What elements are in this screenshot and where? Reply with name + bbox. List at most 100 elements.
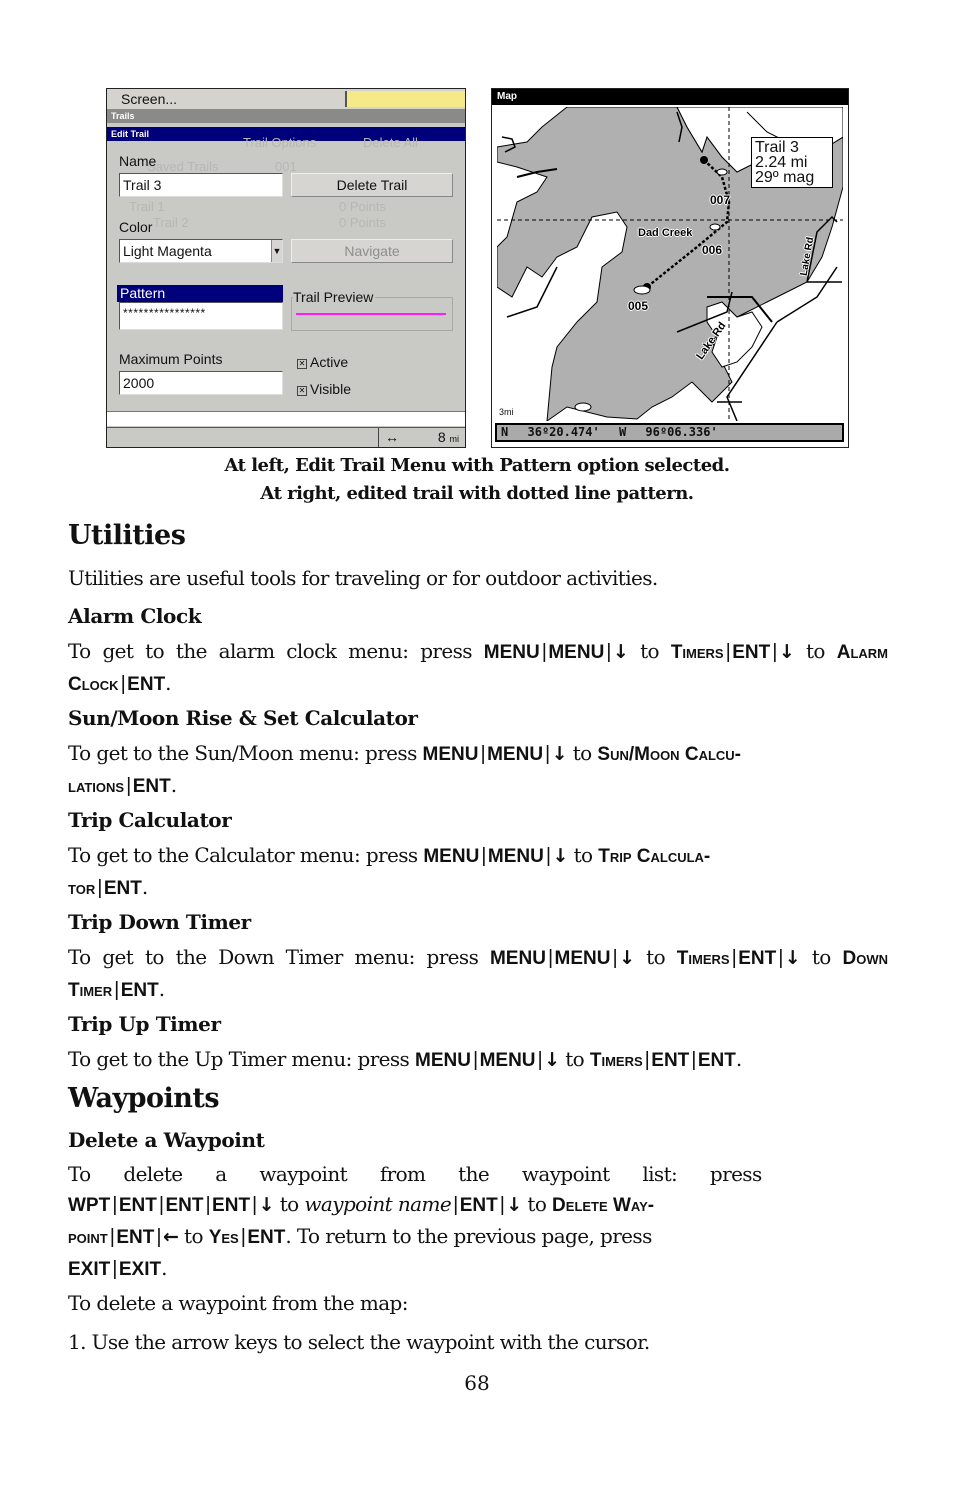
key-ent: ENT xyxy=(247,1227,286,1248)
waypoint-label-006[interactable]: 006 xyxy=(702,243,722,257)
active-checkbox[interactable]: ✕ Active xyxy=(297,354,348,370)
down-arrow-icon: ↓ xyxy=(619,947,635,969)
map-screenshot: Map 007 Dad Creek 006 005 Lake Rd Lake R… xyxy=(491,88,849,448)
key-menu: MENU xyxy=(548,642,605,663)
instruction-text: To get to the Sun/Moon menu: press xyxy=(68,741,417,765)
trip-calculator-heading: Trip Calculator xyxy=(68,808,232,832)
menu-item-timers: Timers xyxy=(589,1050,643,1071)
alarm-clock-heading: Alarm Clock xyxy=(68,604,202,628)
delete-from-map-step-1: 1. Use the arrow keys to select the wayp… xyxy=(68,1330,650,1354)
left-arrow-icon: ← xyxy=(162,1226,179,1248)
to-text: to xyxy=(811,945,831,969)
to-text: to xyxy=(279,1192,299,1216)
to-text: to xyxy=(572,741,592,765)
key-exit: EXIT xyxy=(68,1259,111,1280)
menu-item-delete-waypoint-cont: point xyxy=(68,1227,108,1248)
ghost-001: 001 xyxy=(275,159,297,174)
key-menu: MENU xyxy=(422,744,479,765)
figure-caption-line-2: At right, edited trail with dotted line … xyxy=(260,483,694,504)
longitude: 96º06.336' xyxy=(645,425,718,439)
to-text: to xyxy=(184,1224,203,1248)
screen-menu[interactable]: Screen... xyxy=(121,91,177,107)
sun-moon-heading: Sun/Moon Rise & Set Calculator xyxy=(68,706,418,730)
ghost-trail-1: Trail 1 xyxy=(129,199,165,214)
key-ent: ENT xyxy=(165,1195,204,1216)
instruction-text: To get to the Down Timer menu: press xyxy=(68,945,479,969)
color-label: Color xyxy=(119,219,153,235)
trail-info-box: Trail 3 2.24 mi 29º mag xyxy=(751,137,833,188)
delete-trail-button[interactable]: Delete Trail xyxy=(291,173,453,197)
range-unit: mi xyxy=(449,434,460,444)
waypoint-label-007[interactable]: 007 xyxy=(710,193,730,207)
lon-hemisphere: W xyxy=(618,425,627,439)
down-arrow-icon: ↓ xyxy=(551,743,568,765)
trail-start-marker xyxy=(700,156,708,164)
menu-item-timers: Timers xyxy=(676,948,730,969)
trip-up-timer-instructions: To get to the Up Timer menu: press MENU |… xyxy=(68,1047,742,1071)
alarm-clock-instructions: To get to the alarm clock menu: press ME… xyxy=(68,639,888,695)
down-arrow-icon: ↓ xyxy=(778,641,795,663)
edit-trail-screenshot: Screen... Trails Edit Trail Trail Option… xyxy=(106,88,466,448)
ghost-saved-trails: Saved Trails xyxy=(147,159,219,174)
key-ent: ENT xyxy=(120,980,159,1001)
utilities-intro: Utilities are useful tools for traveling… xyxy=(68,566,658,590)
key-exit: EXIT xyxy=(118,1259,162,1280)
delete-waypoint-instructions: To delete a waypoint from the waypoint l… xyxy=(68,1162,762,1280)
key-ent: ENT xyxy=(116,1227,155,1248)
name-field[interactable]: Trail 3 xyxy=(119,173,283,197)
trail-preview-line xyxy=(296,313,446,315)
dropdown-arrow-icon[interactable]: ▼ xyxy=(271,240,282,262)
down-arrow-icon: ↓ xyxy=(506,1194,522,1216)
delete-from-map-intro: To delete a waypoint from the map: xyxy=(68,1291,409,1315)
trip-up-timer-heading: Trip Up Timer xyxy=(68,1012,221,1036)
lat-hemisphere: N xyxy=(501,425,509,439)
instruction-text: To get to the alarm clock menu: press xyxy=(68,639,473,663)
key-menu: MENU xyxy=(483,642,540,663)
range-value: 8 xyxy=(437,429,446,445)
navigate-button[interactable]: Navigate xyxy=(291,239,453,263)
trail-preview-label: Trail Preview xyxy=(293,289,376,305)
status-bar: ↔ 8 mi xyxy=(107,427,465,447)
color-dropdown[interactable]: Light Magenta ▼ xyxy=(119,239,283,263)
status-divider xyxy=(378,428,379,447)
trip-down-timer-instructions: To get to the Down Timer menu: press MEN… xyxy=(68,945,888,1001)
yellow-indicator xyxy=(345,91,465,107)
trip-down-timer-heading: Trip Down Timer xyxy=(68,910,251,934)
down-arrow-icon: ↓ xyxy=(258,1194,275,1216)
instruction-text: To delete a waypoint from the waypoint l… xyxy=(68,1162,762,1186)
max-points-label: Maximum Points xyxy=(119,351,223,367)
key-menu: MENU xyxy=(554,948,611,969)
pattern-field[interactable]: **************** xyxy=(119,302,283,330)
key-ent: ENT xyxy=(459,1195,498,1216)
to-text: to xyxy=(565,1047,585,1071)
dad-creek-label: Dad Creek xyxy=(638,227,693,239)
fish-icon xyxy=(709,223,721,231)
sun-moon-instructions: To get to the Sun/Moon menu: press MENU |… xyxy=(68,741,742,797)
key-menu: MENU xyxy=(487,744,544,765)
ghost-delete-all: Delete All xyxy=(363,135,418,150)
map-title: Map xyxy=(492,89,848,105)
menu-item-trip-calculator: Trip Calcula- xyxy=(598,846,711,867)
fish-icon xyxy=(633,285,651,295)
key-ent: ENT xyxy=(127,674,166,695)
top-menu-bar: Screen... xyxy=(107,89,465,109)
key-menu: MENU xyxy=(415,1050,471,1071)
name-label: Name xyxy=(119,153,157,169)
menu-item-yes: Yes xyxy=(208,1227,239,1248)
key-ent: ENT xyxy=(697,1050,736,1071)
pattern-label: Pattern xyxy=(117,285,283,302)
return-text: To return to the previous page, press xyxy=(296,1224,652,1248)
ghost-points-2: 0 Points xyxy=(339,215,386,230)
map-scale: 3mi xyxy=(499,407,514,417)
waypoint-label-005[interactable]: 005 xyxy=(628,299,648,313)
checkbox-checked-icon: ✕ xyxy=(297,386,307,396)
max-points-field[interactable]: 2000 xyxy=(119,371,283,395)
visible-checkbox[interactable]: ✕ Visible xyxy=(297,381,351,397)
menu-item-sun-moon-cont: lations xyxy=(68,776,125,797)
figure-caption-line-1: At left, Edit Trail Menu with Pattern op… xyxy=(224,455,730,476)
page-number: 68 xyxy=(464,1371,490,1395)
ghost-trail-2: Trail 2 xyxy=(153,215,189,230)
key-ent: ENT xyxy=(651,1050,690,1071)
key-ent: ENT xyxy=(732,642,771,663)
visible-label: Visible xyxy=(310,381,351,397)
